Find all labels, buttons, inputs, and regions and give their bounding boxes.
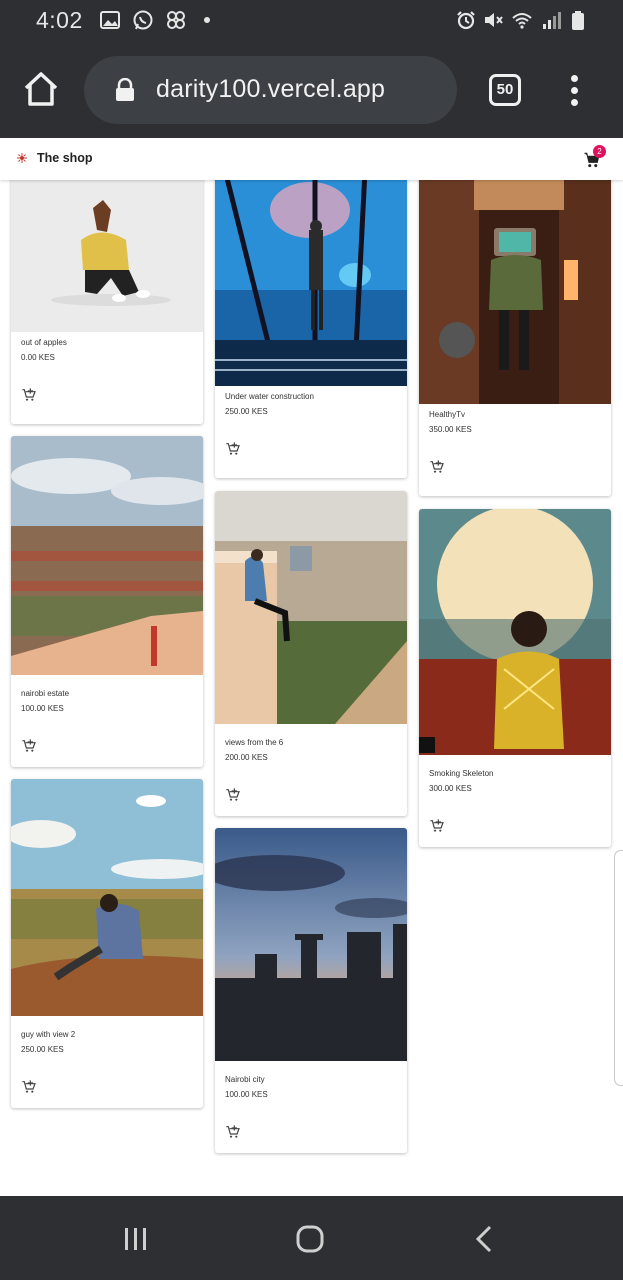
app-header: The shop 2 (0, 138, 623, 180)
battery-icon (572, 11, 584, 30)
product-price: 0.00 KES (21, 353, 55, 362)
shop-logo-icon (17, 153, 27, 163)
product-price: 100.00 KES (21, 704, 64, 713)
product-image[interactable] (419, 509, 611, 755)
product-title: views from the 6 (225, 738, 284, 747)
side-panel-handle[interactable] (614, 850, 623, 1086)
overflow-menu-icon[interactable] (562, 73, 586, 107)
url-text: darity100.vercel.app (156, 75, 386, 103)
product-price: 350.00 KES (429, 425, 472, 434)
add-to-cart-icon[interactable] (21, 1079, 37, 1095)
product-title: Under water construction (225, 392, 314, 401)
status-bar: 4:02 (0, 0, 623, 40)
home-icon[interactable] (22, 70, 60, 108)
product-card[interactable]: HealthyTv 350.00 KES (419, 170, 611, 496)
product-card[interactable]: Under water construction 250.00 KES (215, 170, 407, 478)
product-image[interactable] (419, 170, 611, 404)
signal-icon (543, 12, 561, 29)
product-card[interactable]: views from the 6 200.00 KES (215, 491, 407, 816)
product-price: 100.00 KES (225, 1090, 268, 1099)
add-to-cart-icon[interactable] (429, 459, 445, 475)
product-card[interactable]: out of apples 0.00 KES (11, 170, 203, 424)
product-title: Nairobi city (225, 1075, 265, 1084)
tab-switcher-button[interactable]: 50 (489, 74, 521, 106)
product-image[interactable] (11, 779, 203, 1016)
product-price: 250.00 KES (21, 1045, 64, 1054)
product-grid: out of apples 0.00 KES Under water const… (0, 138, 623, 1196)
product-card[interactable]: Smoking Skeleton 300.00 KES (419, 509, 611, 847)
wifi-icon (512, 13, 532, 29)
home-nav-icon[interactable] (295, 1224, 325, 1254)
lock-icon (116, 78, 134, 101)
product-price: 300.00 KES (429, 784, 472, 793)
shop-title[interactable]: The shop (37, 151, 93, 165)
pinwheel-icon (167, 11, 185, 29)
add-to-cart-icon[interactable] (429, 818, 445, 834)
product-image[interactable] (215, 828, 407, 1061)
add-to-cart-icon[interactable] (225, 441, 241, 457)
add-to-cart-icon[interactable] (21, 387, 37, 403)
product-title: guy with view 2 (21, 1030, 76, 1039)
add-to-cart-icon[interactable] (225, 787, 241, 803)
product-card[interactable]: guy with view 2 250.00 KES (11, 779, 203, 1108)
product-image[interactable] (11, 170, 203, 332)
product-card[interactable]: Nairobi city 100.00 KES (215, 828, 407, 1153)
add-to-cart-icon[interactable] (21, 738, 37, 754)
product-image[interactable] (215, 491, 407, 724)
gallery-icon (100, 11, 120, 29)
product-title: out of apples (21, 338, 67, 347)
recent-apps-icon[interactable] (121, 1224, 151, 1254)
alarm-icon (457, 11, 475, 30)
mute-icon (485, 13, 503, 27)
browser-toolbar: darity100.vercel.app 50 (0, 40, 623, 138)
product-title: nairobi estate (21, 689, 70, 698)
system-nav-bar (0, 1196, 623, 1280)
product-image[interactable] (11, 436, 203, 675)
add-to-cart-icon[interactable] (225, 1124, 241, 1140)
cart-count-badge: 2 (593, 145, 606, 158)
product-title: Smoking Skeleton (429, 769, 494, 778)
address-bar[interactable]: darity100.vercel.app (84, 56, 457, 124)
whatsapp-icon (133, 10, 153, 30)
product-title: HealthyTv (429, 410, 466, 419)
back-icon[interactable] (470, 1224, 500, 1254)
web-page: out of apples 0.00 KES Under water const… (0, 138, 623, 1196)
status-time: 4:02 (36, 7, 83, 33)
product-price: 250.00 KES (225, 407, 268, 416)
notification-dot (204, 17, 210, 23)
product-card[interactable]: nairobi estate 100.00 KES (11, 436, 203, 767)
product-image[interactable] (215, 170, 407, 386)
product-price: 200.00 KES (225, 753, 268, 762)
